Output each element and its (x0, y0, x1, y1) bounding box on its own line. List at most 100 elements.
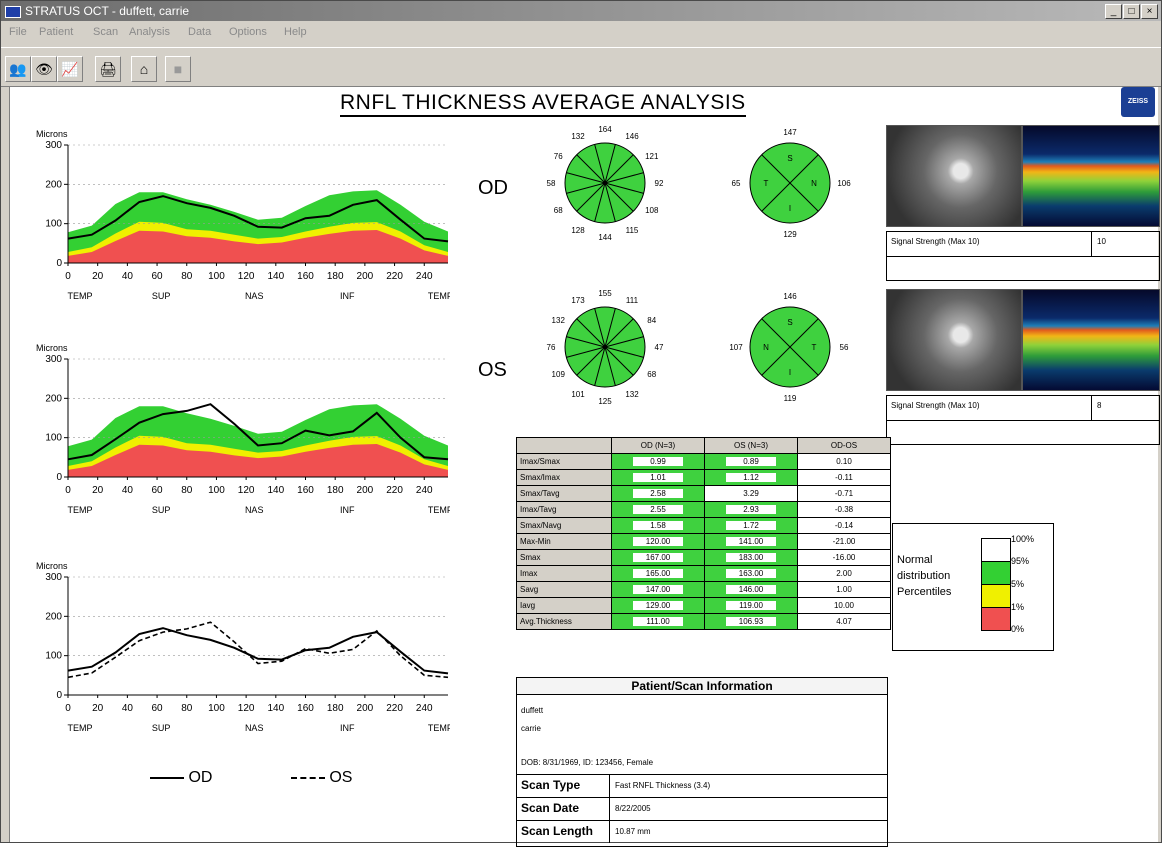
diff-value: 2.00 (836, 569, 852, 578)
patient-first-name: carrie (521, 724, 542, 733)
os-signal-label: Signal Strength (Max 10) (891, 401, 980, 410)
diff-value-cell: -0.11 (797, 469, 891, 486)
x-tick-label: 200 (357, 271, 374, 282)
x-tick-label: 100 (208, 703, 225, 714)
table-header-row: OD (N=3) OS (N=3) OD-OS (516, 437, 891, 454)
table-row: Iavg 129.00 119.00 10.00 (516, 597, 891, 614)
param-label-cell: Smax/Imax (516, 469, 612, 486)
quadrant-value-top: 146 (783, 292, 797, 301)
menu-data[interactable]: Data (188, 26, 211, 38)
od-signal-label: Signal Strength (Max 10) (891, 237, 980, 246)
od-value-cell: 111.00 (611, 613, 705, 630)
toolbar: 👥 👁 📈 🖨 ⌂ ■ (1, 47, 1161, 87)
title-bar[interactable]: STRATUS OCT - duffett, carrie _ □ × (1, 1, 1161, 21)
x-tick-label: 240 (416, 271, 433, 282)
diff-value: -0.71 (834, 489, 854, 498)
os-value: 3.29 (726, 489, 776, 498)
disabled-icon: ■ (165, 56, 191, 82)
x-tick-label: 20 (92, 703, 104, 714)
y-tick-label: 300 (45, 354, 62, 365)
region-label: NAS (245, 505, 264, 515)
app-icon (5, 6, 21, 18)
eye-icon[interactable]: 👁 (31, 56, 57, 82)
clock-hour-value: 68 (647, 370, 656, 379)
param-label: Max-Min (520, 537, 551, 546)
menu-scan[interactable]: Scan (93, 26, 118, 38)
od-line-key (150, 776, 184, 779)
y-tick-label: 100 (45, 219, 62, 230)
menu-options[interactable]: Options (229, 26, 267, 38)
quadrant-value-right: 56 (840, 343, 849, 352)
y-axis-label: Microns (36, 343, 68, 353)
menu-patient[interactable]: Patient (39, 26, 73, 38)
os-value-cell: 146.00 (704, 581, 798, 598)
diff-value-cell: 4.07 (797, 613, 891, 630)
menu-file[interactable]: File (9, 26, 27, 38)
x-tick-label: 20 (92, 271, 104, 282)
table-row: Max-Min 120.00 141.00 -21.00 (516, 533, 891, 550)
x-tick-label: 80 (181, 485, 193, 496)
clock-hour-value: 155 (598, 289, 612, 298)
os-eye-label: OS (478, 359, 507, 381)
clock-hour-value: 58 (547, 179, 556, 188)
table-row: Avg.Thickness 111.00 106.93 4.07 (516, 613, 891, 630)
table-row: Smax/Navg 1.58 1.72 -0.14 (516, 517, 891, 534)
patients-icon[interactable]: 👥 (5, 56, 31, 82)
param-label: Imax (520, 569, 538, 578)
os-value: 0.89 (726, 457, 776, 466)
quadrant-letter-bottom: I (789, 368, 791, 377)
x-tick-label: 40 (122, 271, 134, 282)
diff-value: -0.38 (834, 505, 854, 514)
y-axis-label: Microns (36, 561, 68, 571)
print-icon[interactable]: 🖨 (95, 56, 121, 82)
legend-band-white (981, 538, 1011, 562)
y-tick-label: 0 (56, 258, 62, 269)
os-value-cell: 119.00 (704, 597, 798, 614)
x-tick-label: 200 (357, 485, 374, 496)
x-tick-label: 100 (208, 485, 225, 496)
quadrant-letter-left: T (764, 179, 769, 188)
region-label: TEMP (67, 723, 92, 733)
x-tick-label: 0 (65, 485, 71, 496)
table-row: Imax 165.00 163.00 2.00 (516, 565, 891, 582)
rnfl-parameters-table: OD (N=3) OS (N=3) OD-OS Imax/Smax 0.99 0.8… (516, 437, 891, 630)
clock-hour-value: 125 (598, 397, 612, 406)
home-exit-icon[interactable]: ⌂ (131, 56, 157, 82)
region-label: TEMP (428, 723, 450, 733)
x-tick-label: 120 (238, 703, 255, 714)
param-label-cell: Imax/Smax (516, 453, 612, 470)
x-tick-label: 20 (92, 485, 104, 496)
window-title: STRATUS OCT - duffett, carrie (25, 4, 190, 18)
os-quadrant-diagram: 146 S 56 T 119 I 107 N (729, 292, 849, 403)
param-label: Smax/Navg (520, 521, 562, 530)
x-tick-label: 120 (238, 271, 255, 282)
clock-hour-value: 164 (598, 125, 612, 134)
os-notes-box (886, 420, 1160, 445)
minimize-button[interactable]: _ (1105, 4, 1122, 19)
maximize-button[interactable]: □ (1123, 4, 1140, 19)
menu-help[interactable]: Help (284, 26, 307, 38)
legend-text-3: Percentiles (897, 586, 952, 598)
clock-hour-value: 173 (571, 296, 585, 305)
y-tick-label: 100 (45, 433, 62, 444)
clock-hour-value: 76 (554, 152, 563, 161)
table-row: Smax/Tavg 2.58 3.29 -0.71 (516, 485, 891, 502)
menu-analysis[interactable]: Analysis (129, 26, 170, 38)
param-label-cell: Savg (516, 581, 612, 598)
scan-date-row: Scan Date 8/22/2005 (517, 797, 887, 820)
scan-type-value: Fast RNFL Thickness (3.4) (615, 781, 711, 790)
series-line-os (67, 621, 449, 679)
region-label: SUP (152, 505, 171, 515)
quadrant-letter-right: N (811, 179, 817, 188)
x-tick-label: 60 (152, 485, 164, 496)
menu-bar: File Patient Scan Analysis Data Options … (1, 23, 1161, 43)
chart-icon[interactable]: 📈 (57, 56, 83, 82)
diff-value: -21.00 (832, 537, 856, 546)
diff-value-cell: 0.10 (797, 453, 891, 470)
legend-tick-1: 1% (1011, 602, 1025, 612)
os-legend-label: OS (329, 769, 353, 786)
x-tick-label: 160 (297, 271, 314, 282)
os-signal-strength: Signal Strength (Max 10) 8 (886, 395, 1160, 421)
y-axis-label: Microns (36, 129, 68, 139)
close-button[interactable]: × (1141, 4, 1158, 19)
